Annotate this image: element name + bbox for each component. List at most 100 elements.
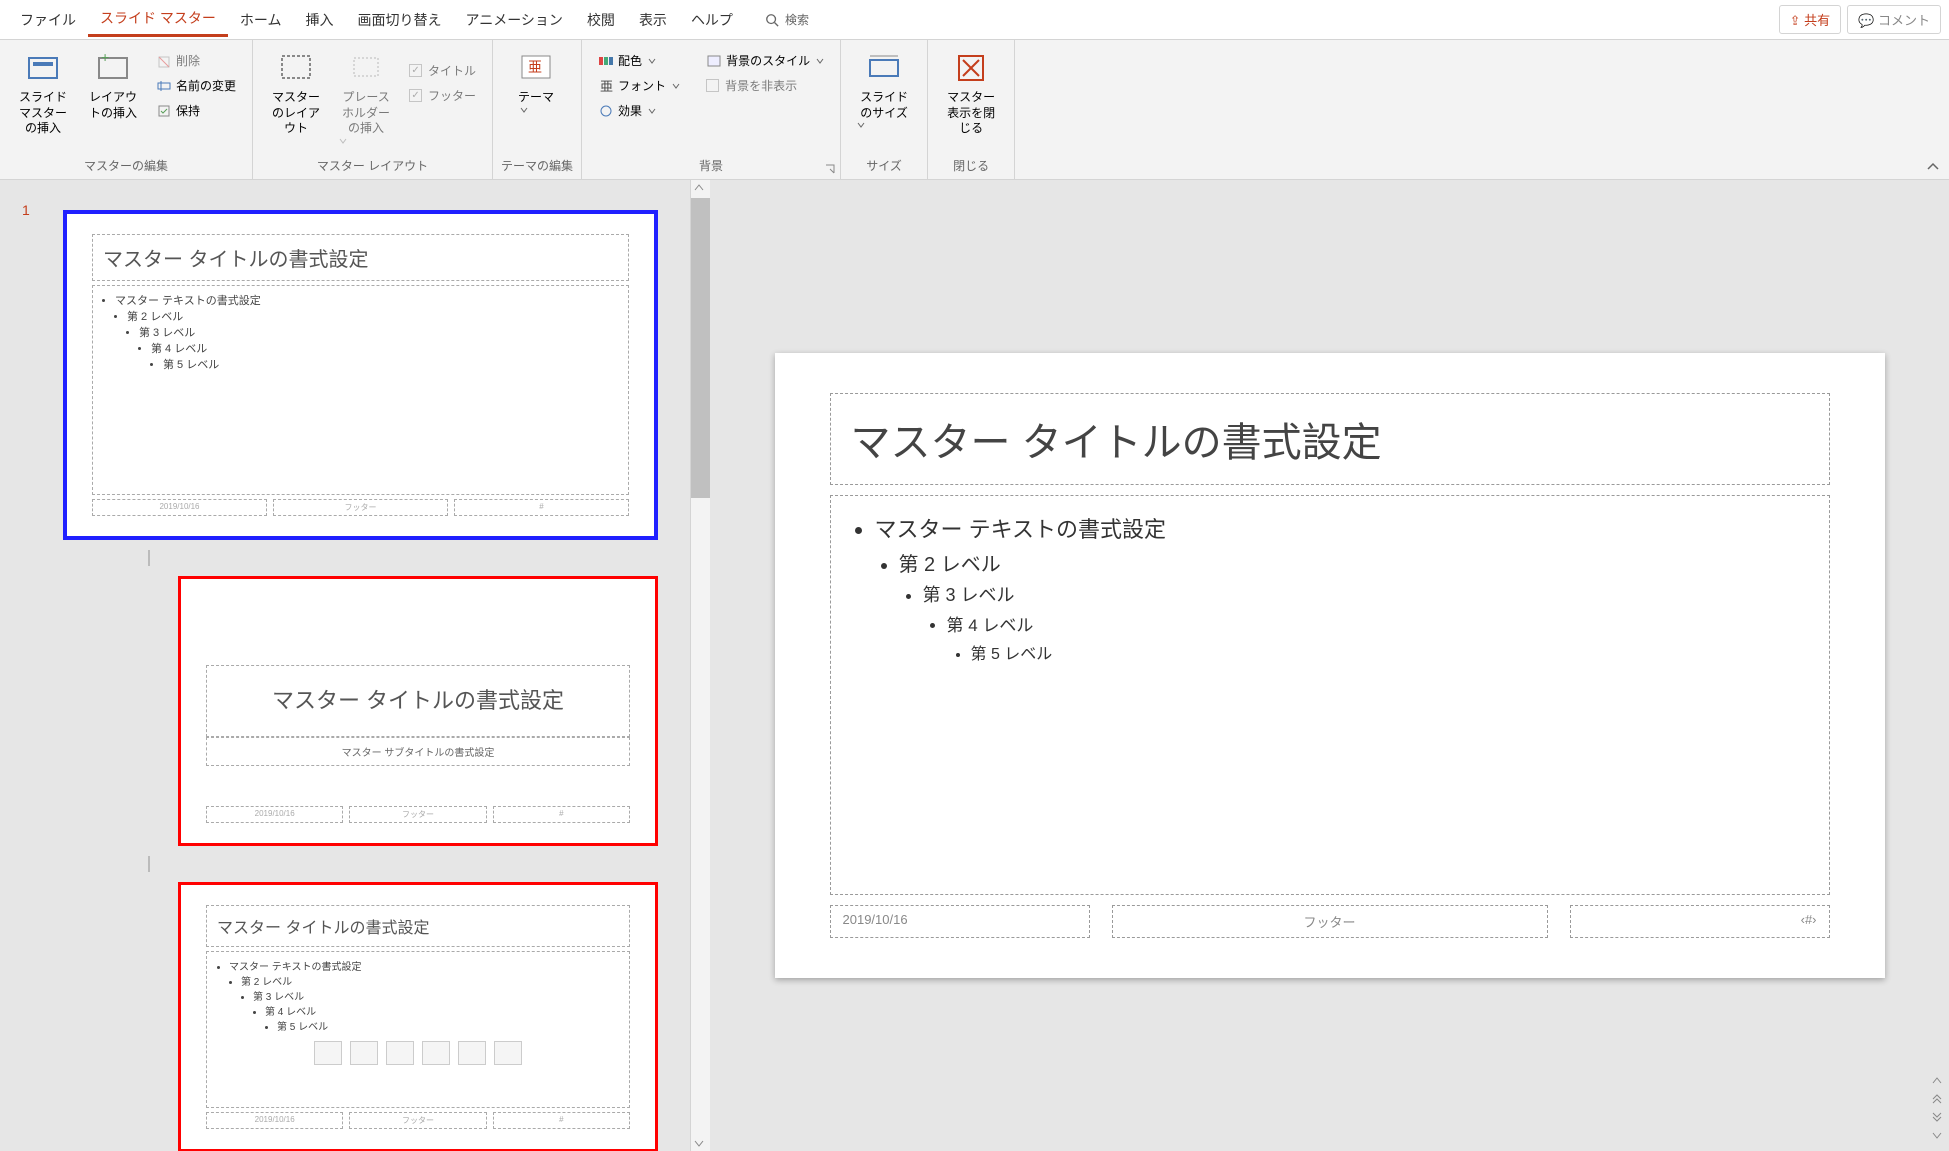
thumbnail-text: マスター テキストの書式設定 第 2 レベル 第 3 レベル 第 4 レベル 第… [92,285,629,495]
insert-layout-button[interactable]: + レイアウトの挿入 [78,46,148,125]
tab-help[interactable]: ヘルプ [679,4,745,36]
placeholder-icon [348,50,384,86]
slide-master-icon [25,50,61,86]
tab-review[interactable]: 校閲 [575,4,627,36]
rename-button[interactable]: 名前の変更 [152,75,240,96]
slide-master-thumbnail[interactable]: マスター タイトルの書式設定 マスター テキストの書式設定 第 2 レベル 第 … [63,210,658,540]
layout-thumbnail-2[interactable]: マスター タイトルの書式設定 マスター テキストの書式設定 第 2 レベル 第 … [178,882,658,1151]
next-slide-icon[interactable] [1929,1127,1945,1143]
thumbnail-date: 2019/10/16 [206,1112,343,1129]
thumbnail-date: 2019/10/16 [92,499,267,516]
group-label-master-layout: マスター レイアウト [261,154,484,177]
master-number: 1 [22,202,30,218]
share-icon: ⇪ [1790,13,1801,28]
chevron-down-icon [672,82,680,90]
thumbnail-num: # [493,806,630,823]
checkbox-icon [409,89,422,102]
body-placeholder[interactable]: マスター テキストの書式設定 第 2 レベル 第 3 レベル 第 4 レベル 第… [830,495,1830,895]
tab-home[interactable]: ホーム [228,4,294,36]
bg-style-icon [706,53,722,69]
scroll-thumb[interactable] [691,198,710,498]
title-checkbox: タイトル [405,60,480,81]
tab-animations[interactable]: アニメーション [453,4,574,36]
table-icon [314,1041,342,1065]
search-label: 検索 [785,11,809,28]
level3-text: 第 3 レベル [923,579,1809,609]
checkbox-icon [706,79,719,92]
group-label-size: サイズ [849,154,919,177]
fonts-button[interactable]: 亜 フォント [594,75,684,96]
delete-icon [156,53,172,69]
comment-button[interactable]: 💬 コメント [1847,5,1941,34]
chevron-down-icon [648,107,656,115]
footer-placeholder[interactable]: フッター [1112,905,1548,938]
thumbnail-date: 2019/10/16 [206,806,343,823]
picture-icon [422,1041,450,1065]
size-icon [866,50,902,86]
search-icon [765,13,779,27]
thumbnail-title: マスター タイトルの書式設定 [206,665,630,738]
smartart-icon [386,1041,414,1065]
collapse-ribbon-icon[interactable] [1925,159,1941,175]
master-layout-button[interactable]: マスターのレイアウト [261,46,331,141]
group-label-edit-master: マスターの編集 [8,154,244,177]
level5-text: 第 5 レベル [971,638,1809,666]
title-placeholder[interactable]: マスター タイトルの書式設定 [830,393,1830,485]
prev-slide-double-icon[interactable] [1929,1091,1945,1107]
slide-number-placeholder[interactable]: ‹#› [1570,905,1830,938]
chevron-down-icon [816,57,824,65]
dialog-launcher-icon[interactable] [824,163,836,175]
next-slide-double-icon[interactable] [1929,1109,1945,1125]
video-icon [494,1041,522,1065]
slide-canvas[interactable]: マスター タイトルの書式設定 マスター テキストの書式設定 第 2 レベル 第 … [775,353,1885,978]
tab-file[interactable]: ファイル [8,4,88,36]
effects-icon [598,103,614,119]
checkbox-icon [409,64,422,77]
colors-icon [598,53,614,69]
tab-view[interactable]: 表示 [627,4,679,36]
share-button[interactable]: ⇪ 共有 [1779,5,1842,34]
thumbnail-panel[interactable]: 1 マスター タイトルの書式設定 マスター テキストの書式設定 第 2 レベル … [0,180,690,1151]
workspace: 1 マスター タイトルの書式設定 マスター テキストの書式設定 第 2 レベル … [0,180,1949,1151]
layout-thumbnail-1[interactable]: マスター タイトルの書式設定 マスター サブタイトルの書式設定 2019/10/… [178,576,658,846]
close-master-view-button[interactable]: マスター表示を閉じる [936,46,1006,141]
delete-button: 削除 [152,50,240,71]
menu-bar: ファイル スライド マスター ホーム 挿入 画面切り替え アニメーション 校閲 … [0,0,1949,40]
layout-connector [148,550,150,566]
chart-icon [350,1041,378,1065]
close-icon [953,50,989,86]
level1-text: マスター テキストの書式設定 [875,510,1809,546]
thumbnail-text: マスター テキストの書式設定 第 2 レベル 第 3 レベル 第 4 レベル 第… [206,951,630,1108]
preserve-button[interactable]: 保持 [152,100,240,121]
thumbnail-footer: フッター [349,1112,486,1129]
tab-insert[interactable]: 挿入 [293,4,345,36]
group-master-layout: マスターのレイアウト プレースホルダーの挿入 タイトル フッター マスター レイ… [253,40,493,179]
rename-icon [156,78,172,94]
layout-icon: + [95,50,131,86]
slide-size-button[interactable]: スライドのサイズ [849,46,919,133]
thumbnail-footer: フッター [273,499,448,516]
theme-button[interactable]: 亜 テーマ [501,46,571,118]
scroll-down-icon[interactable] [691,1135,707,1151]
search-box[interactable]: 検索 [765,11,809,28]
preserve-icon [156,103,172,119]
thumbnail-title: マスター タイトルの書式設定 [206,905,630,947]
group-edit-master: スライド マスターの挿入 + レイアウトの挿入 削除 名前の変更 保持 [0,40,253,179]
prev-slide-icon[interactable] [1929,1073,1945,1089]
scroll-up-icon[interactable] [691,180,707,196]
date-placeholder[interactable]: 2019/10/16 [830,905,1090,938]
hide-background-checkbox: 背景を非表示 [702,75,828,96]
thumbnail-scrollbar[interactable] [690,180,710,1151]
insert-slide-master-button[interactable]: スライド マスターの挿入 [8,46,78,141]
svg-text:亜: 亜 [600,79,613,94]
editor-area[interactable]: マスター タイトルの書式設定 マスター テキストの書式設定 第 2 レベル 第 … [710,180,1949,1151]
effects-button[interactable]: 効果 [594,100,684,121]
background-styles-button[interactable]: 背景のスタイル [702,50,828,71]
level4-text: 第 4 レベル [947,609,1809,638]
chevron-down-icon [857,121,865,129]
thumbnail-subtitle: マスター サブタイトルの書式設定 [206,737,630,766]
colors-button[interactable]: 配色 [594,50,684,71]
tab-transitions[interactable]: 画面切り替え [345,4,453,36]
group-label-close: 閉じる [936,154,1006,177]
tab-slide-master[interactable]: スライド マスター [88,2,228,37]
